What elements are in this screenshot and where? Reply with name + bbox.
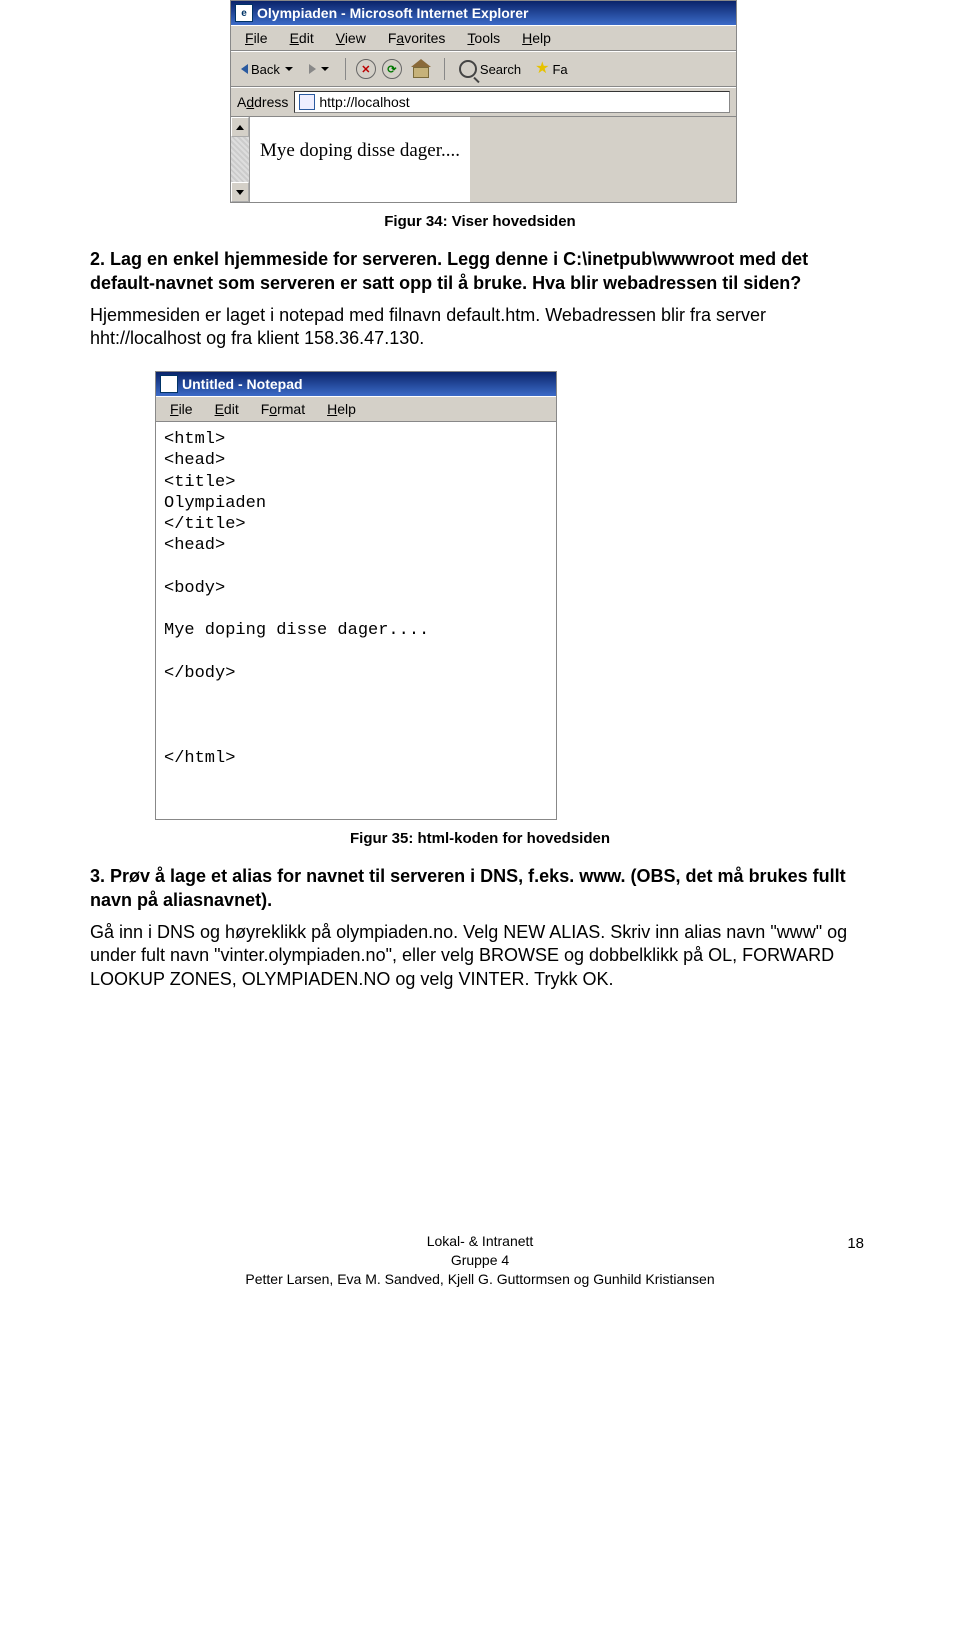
question-2: 2. Lag en enkel hjemmeside for serveren.… [90,248,870,296]
favorites-label: Fa [552,62,567,77]
ie-page-content: Mye doping disse dager.... [250,117,470,202]
ie-window-screenshot: e Olympiaden - Microsoft Internet Explor… [230,0,737,203]
search-label: Search [480,62,521,77]
figure-35-caption: Figur 35: html-koden for hovedsiden [90,830,870,847]
page-icon [299,94,315,110]
np-menu-help[interactable]: Help [317,399,366,419]
menu-edit[interactable]: Edit [280,28,324,48]
search-button[interactable]: Search [455,58,525,80]
question-3-heading: 3. Prøv å lage et alias for navnet til s… [90,866,846,910]
ie-logo-icon: e [235,4,253,22]
menu-tools[interactable]: Tools [457,28,510,48]
figure-34-caption: Figur 34: Viser hovedsiden [90,213,870,230]
scroll-up-button[interactable] [231,117,249,137]
ie-toolbar: Back ✕ ⟳ Search ★ Fa [231,51,736,87]
ie-window-title: Olympiaden - Microsoft Internet Explorer [257,5,529,21]
favorites-button[interactable]: ★ Fa [531,59,572,79]
star-icon: ★ [535,61,549,77]
menu-help[interactable]: Help [512,28,561,48]
separator [345,58,346,80]
address-field[interactable]: http://localhost [294,91,730,113]
footer-line2: Gruppe 4 [90,1251,870,1270]
refresh-button[interactable]: ⟳ [382,59,402,79]
arrow-left-icon [241,64,248,74]
stop-button[interactable]: ✕ [356,59,376,79]
question-3: 3. Prøv å lage et alias for navnet til s… [90,865,870,913]
forward-button[interactable] [305,62,335,76]
menu-favorites[interactable]: Favorites [378,28,456,48]
ie-titlebar: e Olympiaden - Microsoft Internet Explor… [231,1,736,25]
answer-2: Hjemmesiden er laget i notepad med filna… [90,304,870,352]
page-number: 18 [847,1234,864,1254]
menu-view[interactable]: View [326,28,376,48]
footer-line1: Lokal- & Intranett [90,1232,870,1251]
back-button[interactable]: Back [237,60,299,79]
np-menu-format[interactable]: Format [251,399,315,419]
footer-line3: Petter Larsen, Eva M. Sandved, Kjell G. … [90,1270,870,1289]
separator [444,58,445,80]
answer-3: Gå inn i DNS og høyreklikk på olympiaden… [90,921,870,992]
np-menu-edit[interactable]: Edit [205,399,249,419]
menu-file[interactable]: File [235,28,278,48]
notepad-window-screenshot: Untitled - Notepad File Edit Format Help… [155,371,557,820]
scroll-down-button[interactable] [231,182,249,202]
notepad-logo-icon [160,375,178,393]
ie-menubar: File Edit View Favorites Tools Help [231,25,736,51]
back-label: Back [251,62,280,77]
notepad-menubar: File Edit Format Help [156,396,556,422]
page-body-text: Mye doping disse dager.... [260,140,460,161]
home-icon [412,61,430,77]
np-menu-file[interactable]: File [160,399,203,419]
dropdown-icon [285,67,293,71]
ie-vertical-scrollbar[interactable] [231,117,250,202]
notepad-titlebar: Untitled - Notepad [156,372,556,396]
arrow-right-icon [309,64,316,74]
address-label: Address [237,94,288,110]
notepad-title: Untitled - Notepad [182,376,303,392]
page-footer: 18 Lokal- & Intranett Gruppe 4 Petter La… [90,1232,870,1289]
notepad-content[interactable]: <html> <head> <title> Olympiaden </title… [156,422,556,819]
home-button[interactable] [408,59,434,79]
search-icon [459,60,477,78]
address-value: http://localhost [319,94,409,110]
ie-addressbar: Address http://localhost [231,87,736,117]
dropdown-icon [321,67,329,71]
question-2-heading: 2. Lag en enkel hjemmeside for serveren.… [90,249,808,293]
